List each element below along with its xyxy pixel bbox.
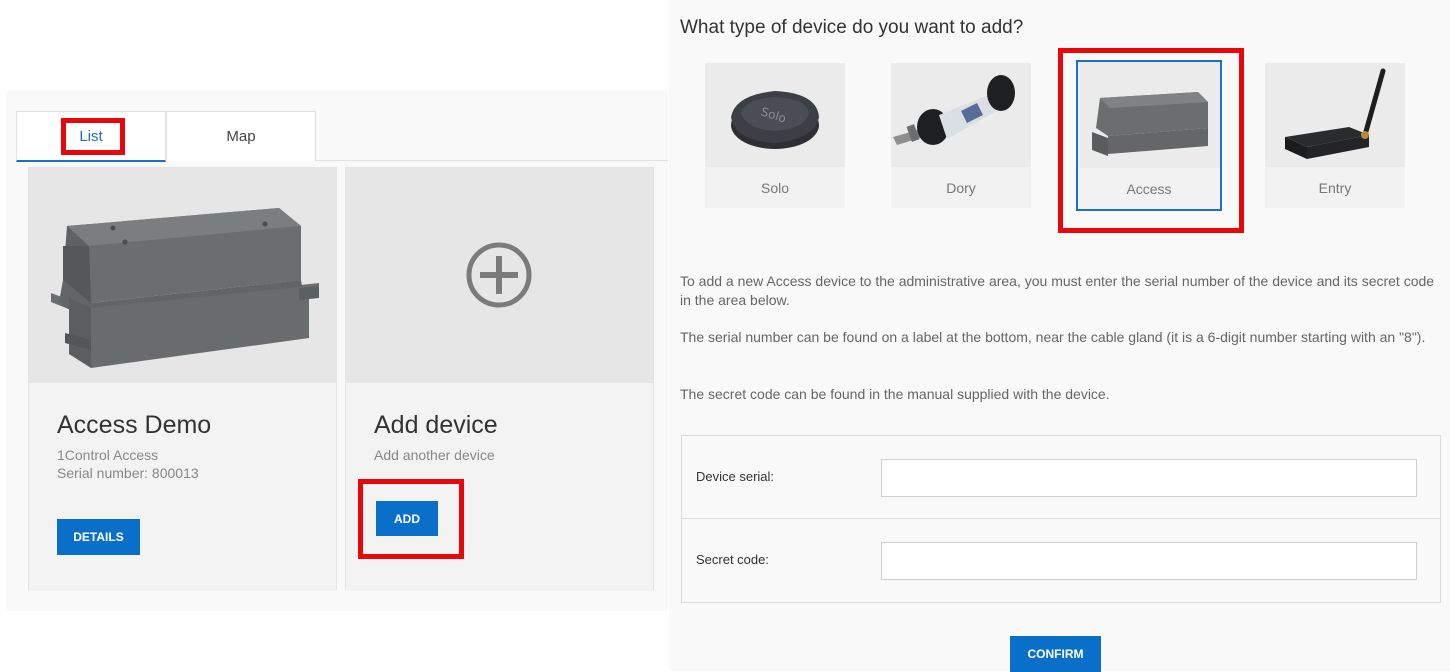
code-label: Secret code: [696, 552, 769, 567]
device-type-label: Access [1078, 168, 1220, 209]
device-type-entry[interactable]: Entry [1265, 63, 1405, 208]
confirm-button[interactable]: CONFIRM [1010, 636, 1101, 672]
access-device-image [29, 168, 336, 383]
device-name: Access Demo [57, 411, 212, 439]
device-list-panel: List Map Access Demo 1Control Access Ser… [6, 91, 668, 611]
add-device-panel: What type of device do you want to add? … [669, 0, 1450, 672]
entry-device-image [1265, 63, 1405, 167]
device-type-label: Entry [1265, 167, 1405, 208]
plus-circle-icon[interactable] [346, 168, 653, 383]
form-row-serial: Device serial: [682, 436, 1440, 519]
card-body: Access Demo 1Control Access Serial numbe… [29, 383, 336, 591]
solo-device-image: Solo [705, 63, 845, 167]
device-serial-text: Serial number: 800013 [57, 465, 199, 481]
device-type-label: Solo [705, 167, 845, 208]
device-model: 1Control Access [57, 447, 159, 463]
device-type-solo[interactable]: Solo Solo [705, 63, 845, 208]
info-paragraph: The serial number can be found on a labe… [680, 329, 1426, 345]
dory-device-image [891, 63, 1031, 167]
info-paragraph: The secret code can be found in the manu… [680, 386, 1110, 402]
serial-label: Device serial: [696, 469, 775, 484]
access-device-image [1078, 62, 1220, 168]
add-button[interactable]: ADD [376, 501, 438, 536]
device-type-dory[interactable]: Dory [891, 63, 1031, 208]
details-button[interactable]: DETAILS [57, 519, 140, 555]
device-card-access-demo: Access Demo 1Control Access Serial numbe… [28, 167, 337, 591]
device-form: Device serial: Secret code: [681, 435, 1441, 603]
view-tabs: List Map [16, 111, 668, 162]
tab-map[interactable]: Map [166, 111, 316, 161]
device-serial-input[interactable] [881, 459, 1417, 497]
device-type-label: Dory [891, 167, 1031, 208]
device-type-access[interactable]: Access [1076, 60, 1222, 211]
secret-code-input[interactable] [881, 542, 1417, 580]
card-body: Add device Add another device ADD [346, 383, 653, 591]
form-row-code: Secret code: [682, 519, 1440, 602]
tab-list[interactable]: List [16, 111, 166, 162]
page-title: What type of device do you want to add? [680, 17, 1024, 38]
info-paragraph: To add a new Access device to the admini… [680, 273, 1435, 308]
add-device-card[interactable]: Add device Add another device ADD [345, 167, 654, 591]
add-device-title: Add device [374, 411, 498, 439]
add-device-subtitle: Add another device [374, 447, 495, 463]
